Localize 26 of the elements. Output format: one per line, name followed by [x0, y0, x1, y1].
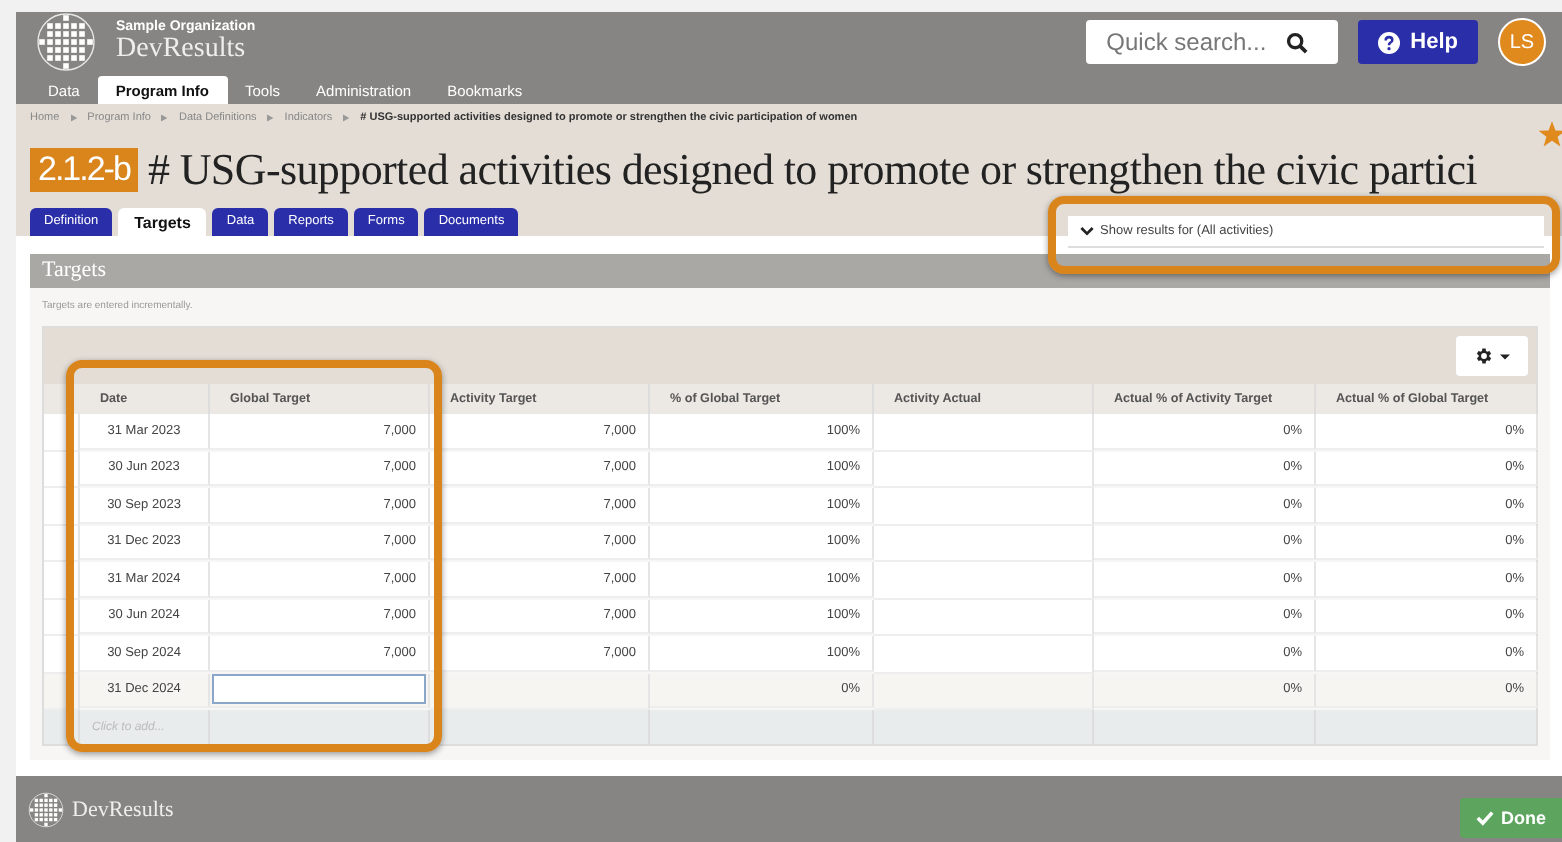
star-icon[interactable]	[1538, 120, 1562, 148]
app-name: DevResults	[116, 33, 248, 65]
search-field[interactable]: Quick search...	[1086, 20, 1339, 64]
breadcrumb-separator-icon	[342, 114, 351, 122]
footer-app-name: DevResults	[72, 797, 174, 821]
search-input[interactable]: Quick search...	[1106, 28, 1287, 56]
help-icon	[1378, 31, 1401, 53]
breadcrumb-separator-icon	[160, 114, 169, 122]
settings-icon	[1474, 346, 1494, 366]
globe-logo-icon	[36, 12, 96, 72]
chevron-down-icon	[1080, 226, 1094, 236]
section-tab[interactable]: Targets	[118, 208, 207, 236]
help-button[interactable]: Help	[1358, 20, 1478, 64]
breadcrumb-separator-icon	[266, 114, 275, 122]
search-icon	[1286, 31, 1309, 53]
user-avatar[interactable]: LS	[1498, 18, 1546, 66]
done-button[interactable]: Done	[1459, 798, 1562, 838]
target-input-field[interactable]	[212, 674, 426, 705]
panel-title: Targets	[30, 254, 1550, 288]
indicator-title: # USG-supported activities designed to promote or strengthen the civic partici	[147, 144, 1477, 196]
indicator-code: 2.1.2-b	[30, 148, 138, 192]
breadcrumb-separator-icon	[69, 114, 78, 122]
globe-logo-icon	[28, 791, 64, 827]
caret-icon	[1500, 353, 1510, 359]
check-icon	[1475, 810, 1493, 826]
settings-button[interactable]	[1456, 336, 1528, 376]
